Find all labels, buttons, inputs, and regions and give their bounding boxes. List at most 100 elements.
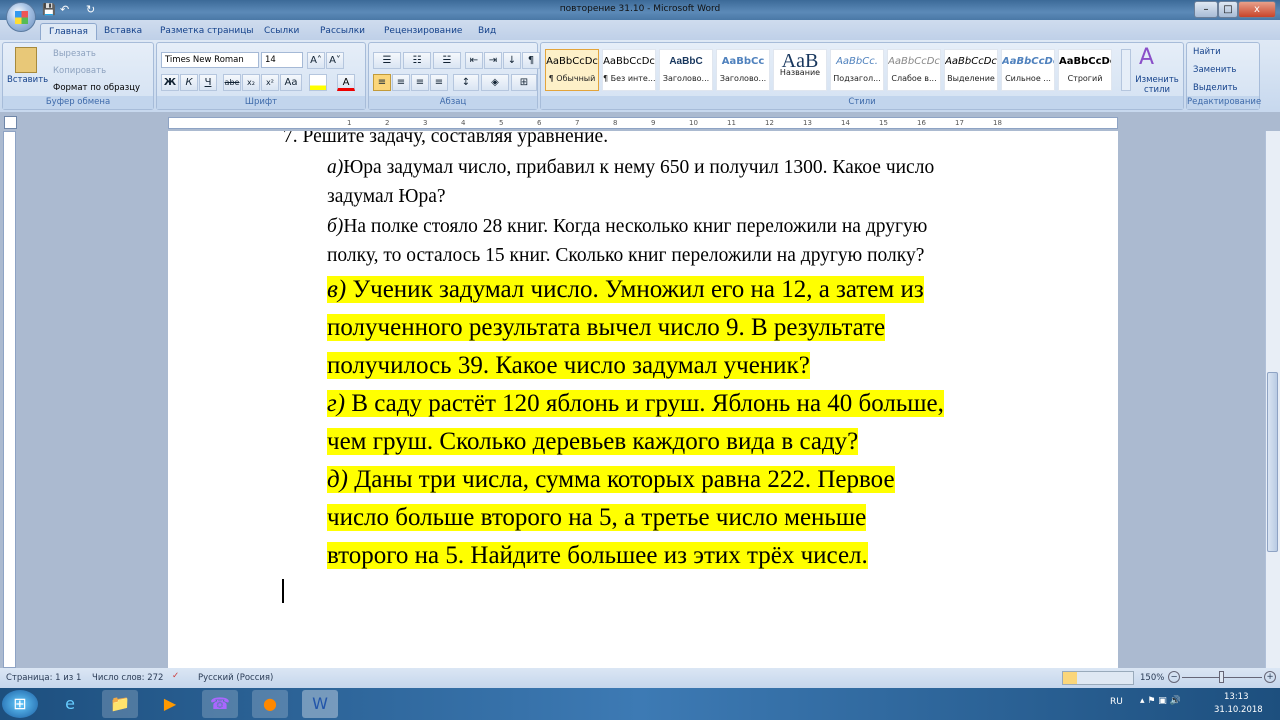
tab-selector[interactable] [4,116,17,129]
align-right-icon[interactable]: ≡ [411,74,429,91]
ruler-tick: 7 [575,119,580,127]
borders-icon[interactable]: ⊞ [511,74,537,91]
scrollbar-thumb[interactable] [1267,372,1278,552]
strikethrough-button[interactable]: abe [223,74,241,91]
zoom-out-icon[interactable]: − [1168,671,1180,683]
text-cursor [282,579,284,603]
zoom-slider-thumb[interactable] [1219,671,1224,683]
tab-page-layout[interactable]: Разметка страницы [152,23,262,40]
style-item[interactable]: AaBbCcDc Сильное ... [1001,49,1055,91]
align-center-icon[interactable]: ≡ [392,74,410,91]
shrink-font-button[interactable]: A˅ [326,52,344,69]
style-item[interactable]: AaBbCc Заголово... [716,49,770,91]
office-button[interactable] [6,2,36,32]
undo-icon[interactable]: ↶ [60,3,69,16]
style-item[interactable]: AaBbCcDc ¶ Обычный [545,49,599,91]
text-line: В саду растёт 120 яблонь и груш. Яблонь … [345,390,944,417]
highlight-color-icon[interactable] [309,74,327,91]
decrease-indent-icon[interactable]: ⇤ [465,52,483,69]
style-name: Сильное ... [1005,74,1051,83]
group-label: Абзац [369,96,537,109]
copy-button[interactable]: Копировать [53,66,106,76]
style-name: Слабое в... [891,74,937,83]
tab-insert[interactable]: Вставка [96,23,150,40]
style-name: Название [779,68,821,77]
ruler-tick: 16 [917,119,926,127]
tab-mailings[interactable]: Рассылки [312,23,373,40]
italic-button[interactable]: К [180,74,198,91]
page-count[interactable]: Страница: 1 из 1 [6,673,81,683]
align-left-icon[interactable]: ≡ [373,74,391,91]
style-item[interactable]: AaBbCc. Подзагол... [830,49,884,91]
tab-view[interactable]: Вид [470,23,504,40]
font-size-select[interactable]: 14 [261,52,303,68]
zoom-in-icon[interactable]: + [1264,671,1276,683]
word-icon[interactable]: W [302,690,338,718]
select-button[interactable]: Выделить [1193,83,1238,93]
bullets-icon[interactable]: ☰ [373,52,401,69]
horizontal-ruler[interactable]: 1 2 3 4 5 6 7 8 9 10 11 12 13 14 15 16 17 18 [168,117,1118,129]
internet-explorer-icon[interactable]: e [52,690,88,718]
clock-date[interactable]: 31.10.2018 [1214,705,1263,715]
line-spacing-icon[interactable]: ↕ [453,74,479,91]
style-preview: AaBbCcDc [1002,56,1054,67]
tab-references[interactable]: Ссылки [256,23,307,40]
style-item[interactable]: AaB Название [773,49,827,91]
format-painter-button[interactable]: Формат по образцу [53,83,140,93]
zoom-level[interactable]: 150% [1140,673,1164,683]
subscript-button[interactable]: x₂ [242,74,260,91]
style-item[interactable]: AaBbCcDc Строгий [1058,49,1112,91]
word-count[interactable]: Число слов: 272 [92,673,163,683]
tray-icons[interactable]: ▴ ⚑ ▣ 🔊 [1140,696,1181,706]
cut-button[interactable]: Вырезать [53,49,96,59]
file-explorer-icon[interactable]: 📁 [102,690,138,718]
bold-button[interactable]: Ж [161,74,179,91]
grow-font-button[interactable]: A˄ [307,52,325,69]
style-item[interactable]: AaBbCcDc Слабое в... [887,49,941,91]
input-language[interactable]: RU [1110,697,1123,707]
change-styles-button[interactable]: Изменить стили [1135,75,1179,95]
language[interactable]: Русский (Россия) [198,673,273,683]
underline-button[interactable]: Ч [199,74,217,91]
start-button[interactable]: ⊞ [2,690,38,718]
shading-icon[interactable]: ◈ [481,74,509,91]
replace-button[interactable]: Заменить [1193,65,1236,75]
viber-icon[interactable]: ☎ [202,690,238,718]
font-name-select[interactable]: Times New Roman [161,52,259,68]
style-item[interactable]: AaBbCcDc Выделение [944,49,998,91]
close-button[interactable]: x [1238,1,1276,18]
minimize-button[interactable]: – [1194,1,1218,18]
ruler-tick: 2 [385,119,390,127]
paste-button[interactable]: Вставить [7,75,48,85]
document-page[interactable]: 7. Решите задачу, составляя уравнение. а… [168,131,1118,668]
change-styles-icon: A [1139,45,1155,70]
change-case-button[interactable]: Aa [280,74,302,91]
redo-icon[interactable]: ↻ [86,3,95,16]
spellcheck-icon[interactable]: ✓ [172,671,179,681]
styles-scroll[interactable] [1121,49,1131,91]
numbering-icon[interactable]: ☷ [403,52,431,69]
tab-review[interactable]: Рецензирование [376,23,470,40]
style-preview: AaBbC [669,56,703,67]
problem-label: г) [327,390,346,417]
font-color-icon[interactable]: A [337,74,355,91]
multilevel-list-icon[interactable]: ☱ [433,52,461,69]
style-item[interactable]: AaBbCcDc ¶ Без инте... [602,49,656,91]
tab-home[interactable]: Главная [40,23,97,40]
justify-icon[interactable]: ≡ [430,74,448,91]
firefox-icon[interactable]: ● [252,690,288,718]
style-preview: AaBbCc. [836,56,878,67]
style-item[interactable]: AaBbC Заголово... [659,49,713,91]
maximize-button[interactable]: □ [1218,1,1238,18]
text-line: получилось 39. Какое число задумал учени… [327,352,810,379]
pilcrow-icon[interactable]: ¶ [522,52,540,69]
text-line: На полке стояло 28 книг. Когда несколько… [343,216,928,237]
superscript-button[interactable]: x² [261,74,279,91]
increase-indent-icon[interactable]: ⇥ [484,52,502,69]
media-player-icon[interactable]: ▶ [152,690,188,718]
find-button[interactable]: Найти [1193,47,1221,57]
view-buttons[interactable] [1062,671,1134,685]
clock-time[interactable]: 13:13 [1224,692,1249,702]
sort-icon[interactable]: ↓ [503,52,521,69]
save-icon[interactable]: 💾 [42,3,56,16]
